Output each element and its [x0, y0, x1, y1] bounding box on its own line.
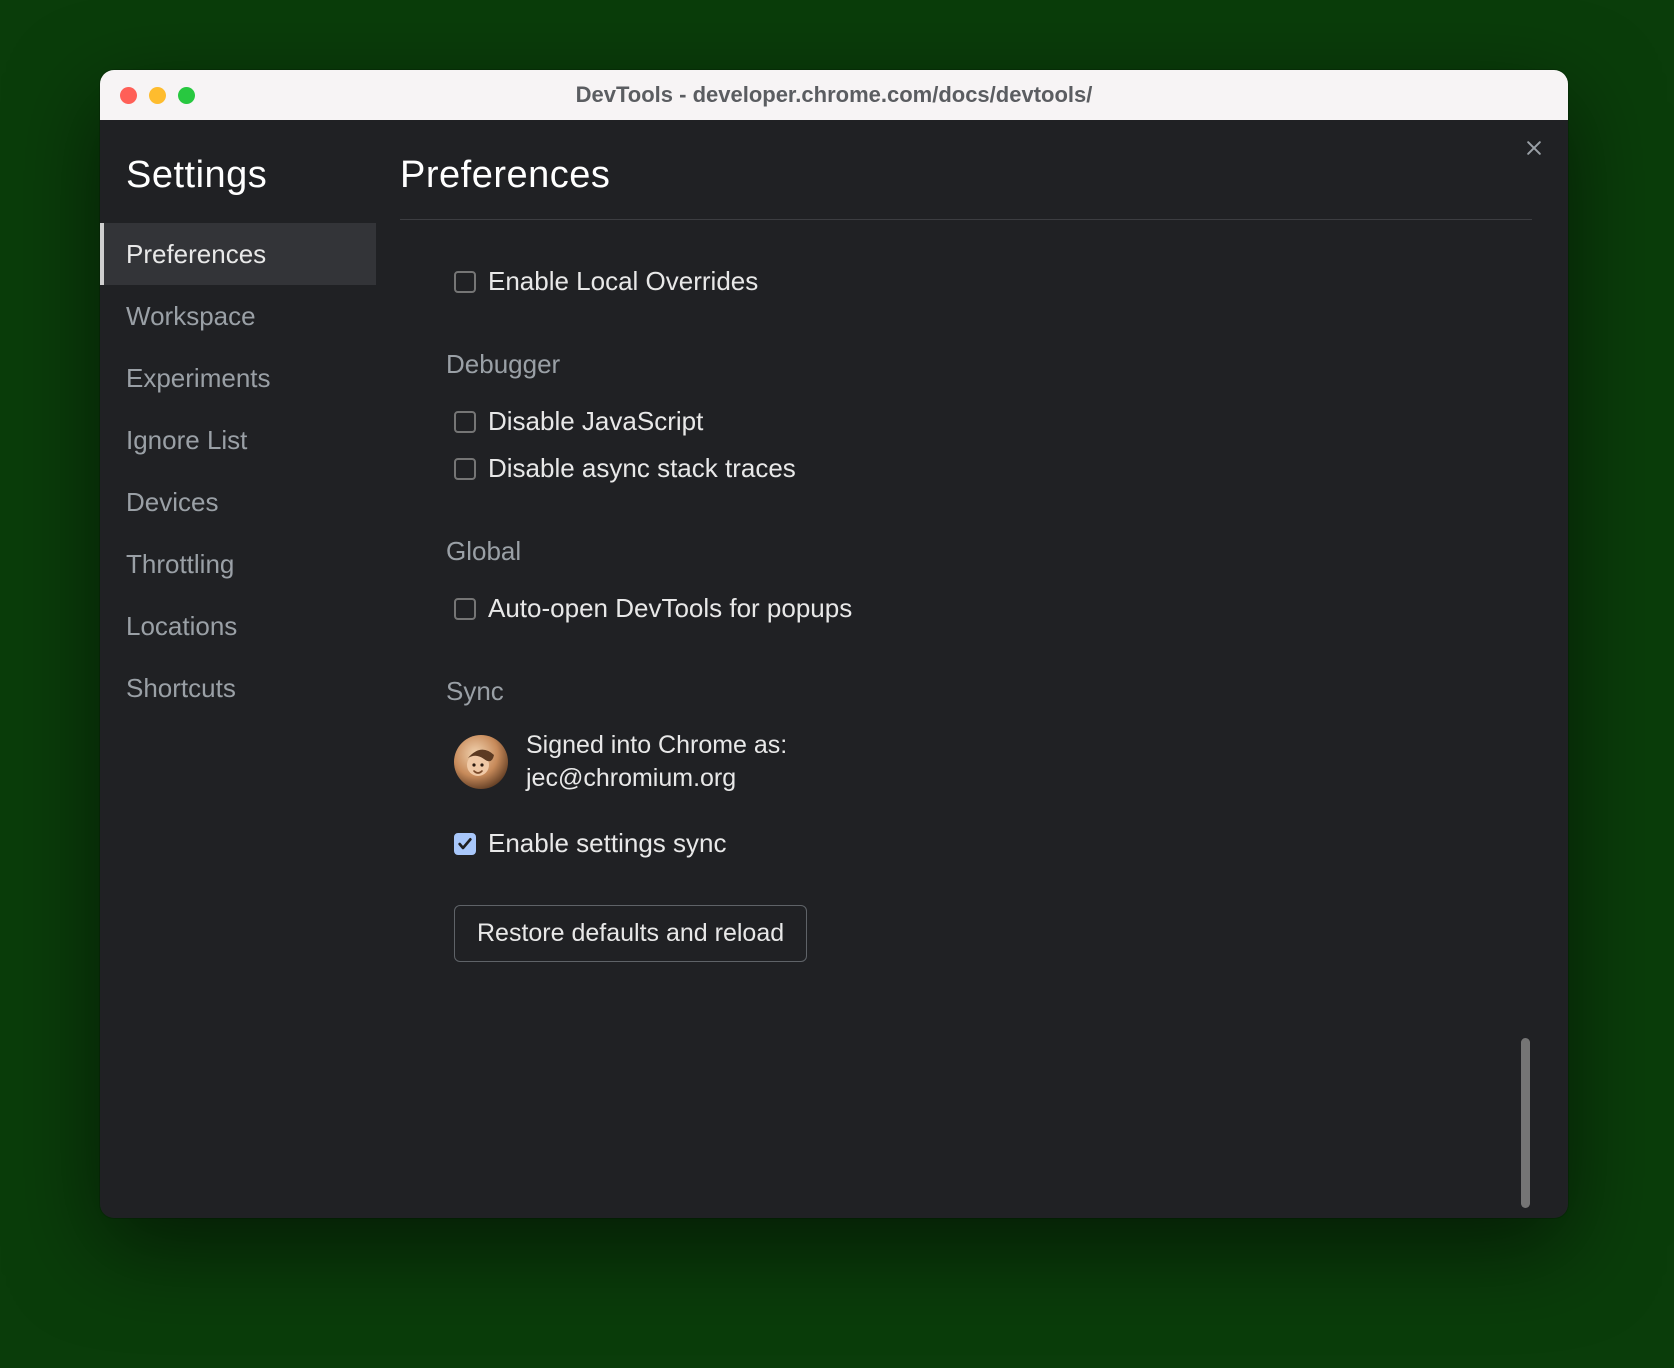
signed-in-label: Signed into Chrome as: [526, 729, 787, 762]
pref-auto-open-devtools[interactable]: Auto-open DevTools for popups [454, 585, 1508, 632]
sidebar-item-label: Workspace [126, 301, 256, 331]
checkbox-icon[interactable] [454, 411, 476, 433]
window-minimize-button[interactable] [149, 87, 166, 104]
preferences-main: Preferences Enable Local Overrides Debug… [376, 120, 1568, 1218]
titlebar: DevTools - developer.chrome.com/docs/dev… [100, 70, 1568, 120]
sidebar-item-workspace[interactable]: Workspace [100, 285, 376, 347]
checkbox-icon[interactable] [454, 598, 476, 620]
pref-label: Auto-open DevTools for popups [488, 593, 852, 624]
pref-enable-local-overrides[interactable]: Enable Local Overrides [454, 258, 1508, 305]
preferences-heading: Preferences [400, 144, 1532, 219]
sidebar-item-locations[interactable]: Locations [100, 595, 376, 657]
sidebar-item-experiments[interactable]: Experiments [100, 347, 376, 409]
sidebar-item-label: Devices [126, 487, 218, 517]
settings-sidebar: Settings Preferences Workspace Experimen… [100, 120, 376, 1218]
pref-enable-settings-sync[interactable]: Enable settings sync [454, 820, 1508, 867]
pref-disable-async-stack[interactable]: Disable async stack traces [454, 445, 1508, 492]
window-title: DevTools - developer.chrome.com/docs/dev… [100, 82, 1568, 108]
window-close-button[interactable] [120, 87, 137, 104]
pref-label: Enable Local Overrides [488, 266, 758, 297]
sidebar-item-label: Ignore List [126, 425, 247, 455]
preferences-scroll-area: Enable Local Overrides Debugger Disable … [400, 219, 1532, 1218]
settings-title: Settings [100, 144, 376, 223]
sidebar-item-label: Shortcuts [126, 673, 236, 703]
pref-label: Disable JavaScript [488, 406, 703, 437]
section-heading-debugger: Debugger [446, 305, 1508, 398]
avatar [454, 735, 508, 789]
vertical-scrollbar[interactable] [1521, 1038, 1530, 1208]
signed-in-email: jec@chromium.org [526, 762, 787, 795]
checkbox-icon[interactable] [454, 271, 476, 293]
devtools-window: DevTools - developer.chrome.com/docs/dev… [100, 70, 1568, 1218]
sidebar-item-label: Locations [126, 611, 237, 641]
section-heading-global: Global [446, 492, 1508, 585]
restore-defaults-button[interactable]: Restore defaults and reload [454, 905, 807, 962]
pref-label: Disable async stack traces [488, 453, 796, 484]
sidebar-item-ignore-list[interactable]: Ignore List [100, 409, 376, 471]
checkbox-icon[interactable] [454, 458, 476, 480]
sidebar-item-throttling[interactable]: Throttling [100, 533, 376, 595]
pref-label: Enable settings sync [488, 828, 726, 859]
section-heading-sync: Sync [446, 632, 1508, 725]
pref-disable-javascript[interactable]: Disable JavaScript [454, 398, 1508, 445]
traffic-lights [100, 87, 195, 104]
settings-panel: Settings Preferences Workspace Experimen… [100, 120, 1568, 1218]
sync-account-row: Signed into Chrome as: jec@chromium.org [446, 725, 1508, 802]
sidebar-item-label: Preferences [126, 239, 266, 269]
sync-text: Signed into Chrome as: jec@chromium.org [526, 729, 787, 794]
sidebar-item-devices[interactable]: Devices [100, 471, 376, 533]
sidebar-item-preferences[interactable]: Preferences [100, 223, 376, 285]
sidebar-item-shortcuts[interactable]: Shortcuts [100, 657, 376, 719]
window-zoom-button[interactable] [178, 87, 195, 104]
checkbox-icon[interactable] [454, 833, 476, 855]
sidebar-item-label: Experiments [126, 363, 271, 393]
sidebar-item-label: Throttling [126, 549, 234, 579]
